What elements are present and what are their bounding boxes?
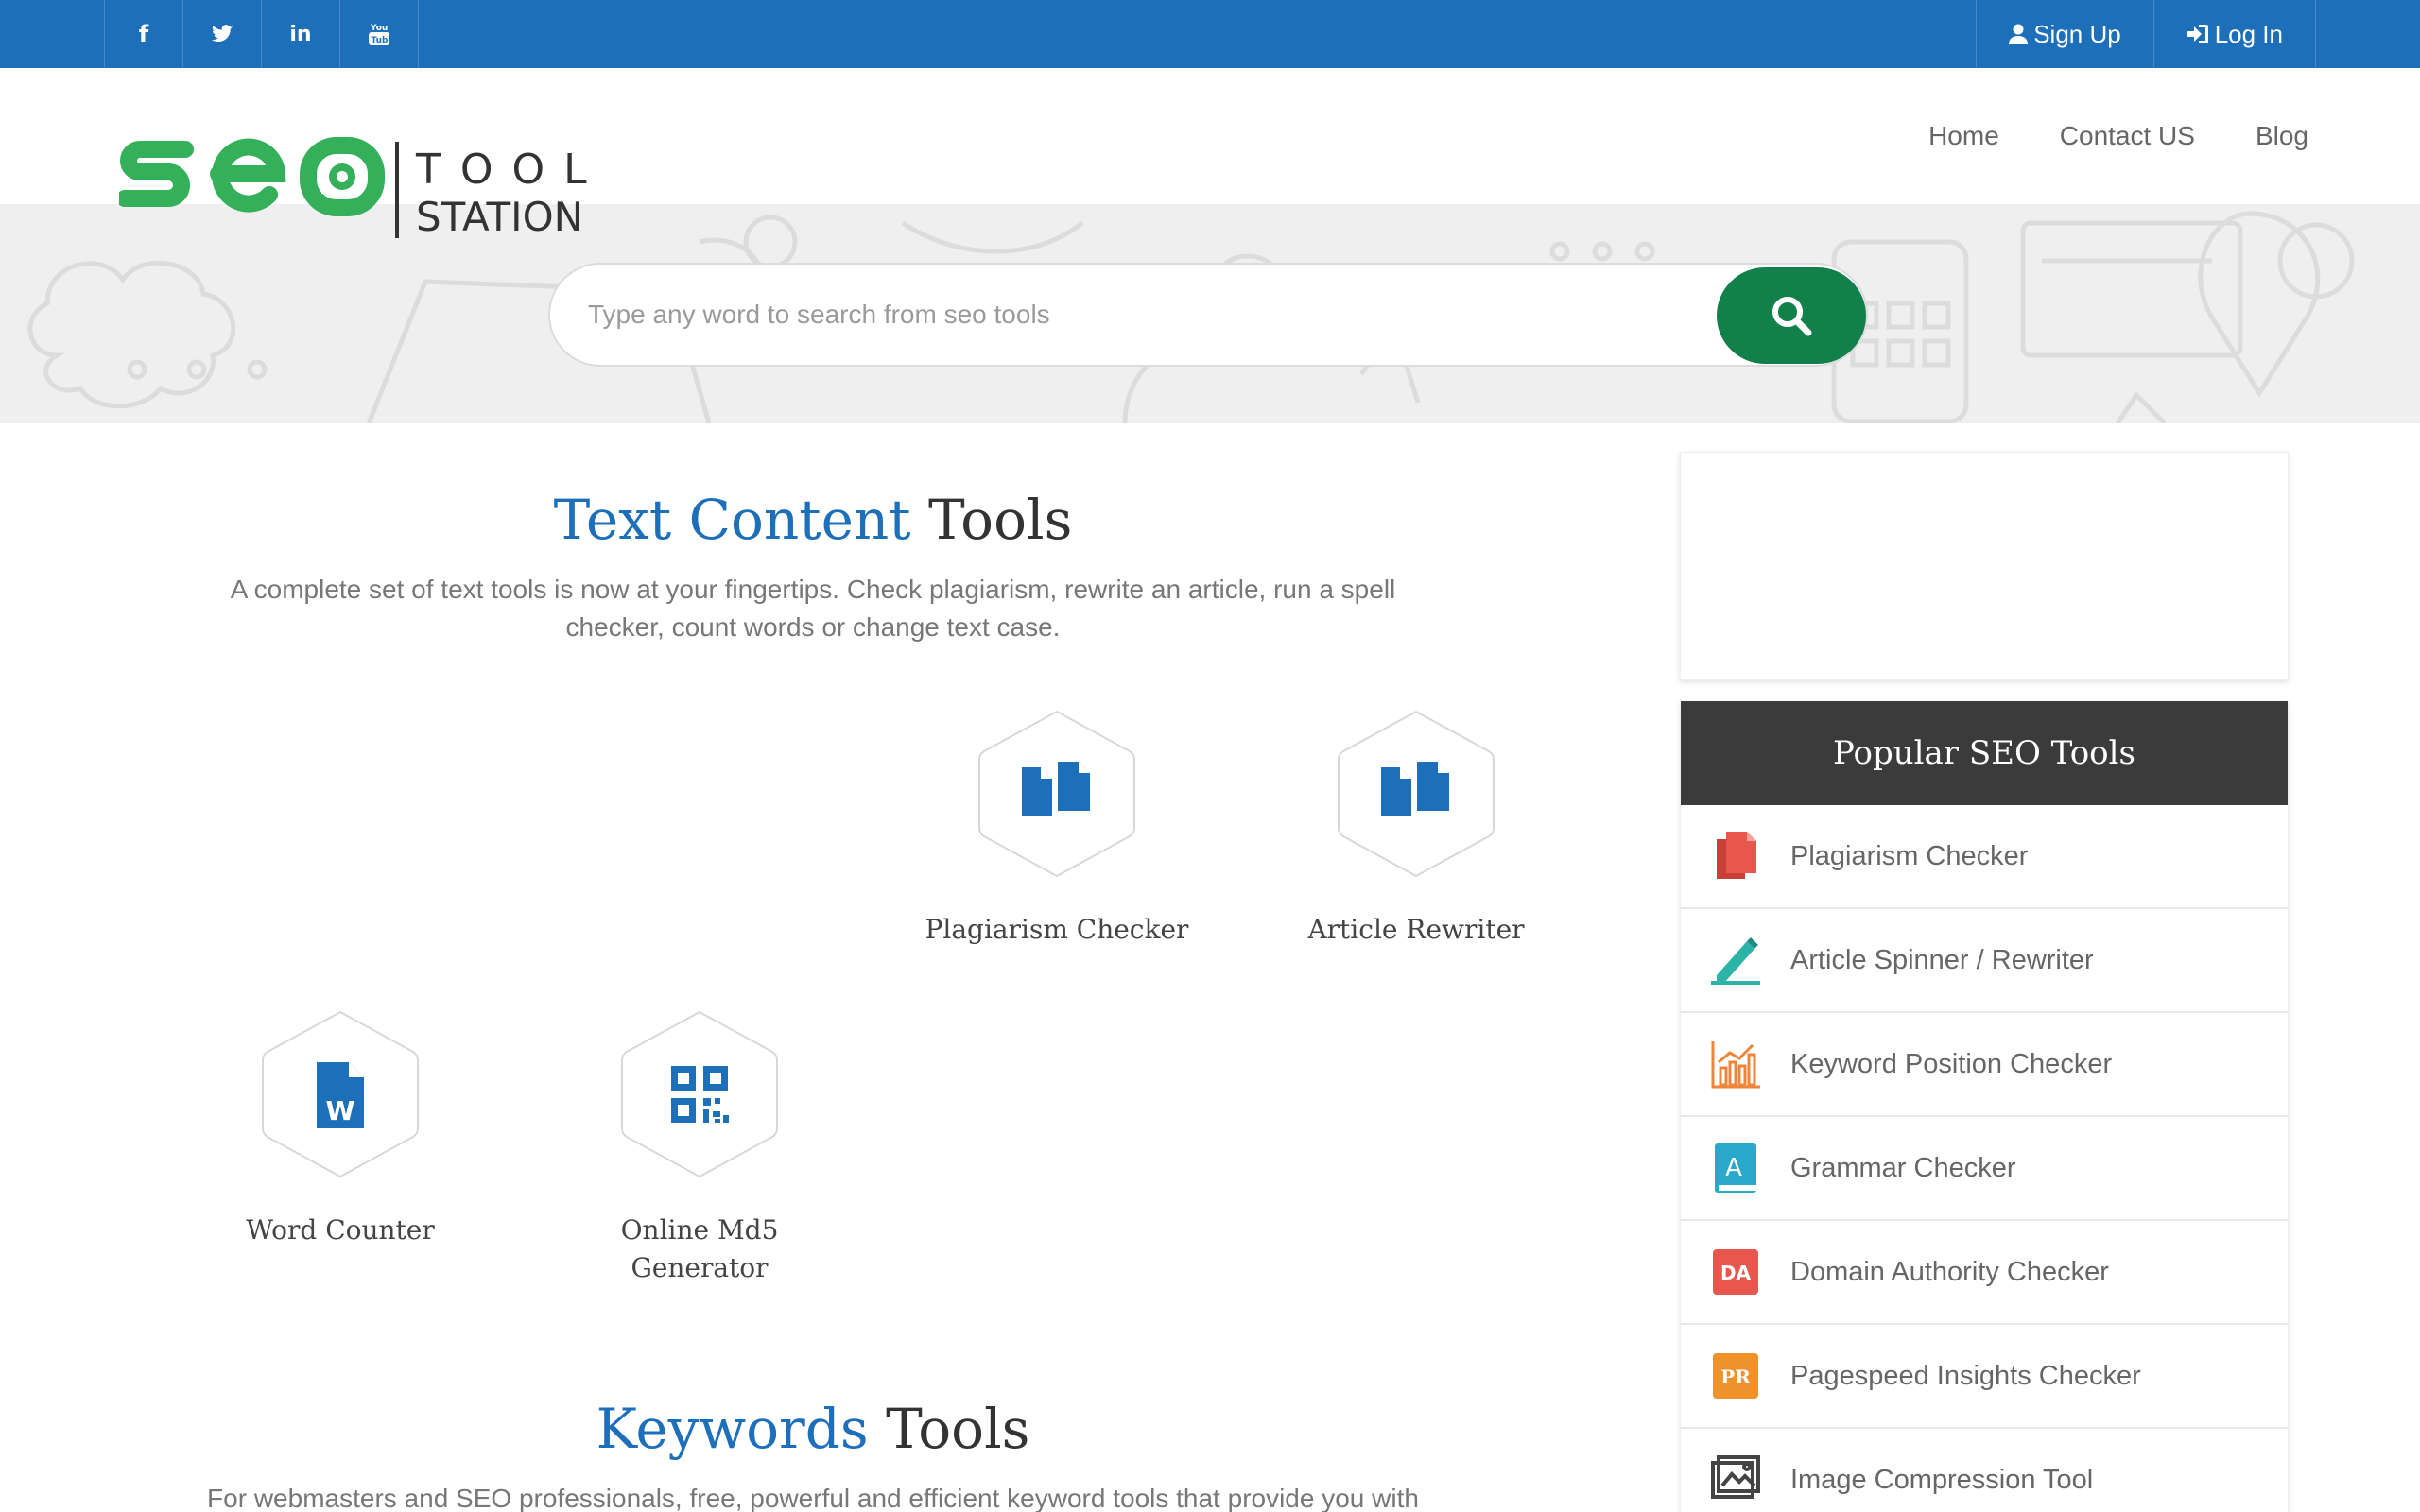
log-in-label: Log In [2214,19,2283,48]
tool-hexagon [977,709,1137,879]
popular-item-article-spinner[interactable]: Article Spinner / Rewriter [1681,909,2288,1013]
facebook-icon[interactable]: f [105,0,183,68]
domain-authority-badge: DA [1720,1262,1752,1284]
tool-hexagon: W [260,1009,421,1179]
popular-item-image-compression-tool[interactable]: Image Compression Tool [1681,1429,2288,1512]
tool-label: Word Counter [246,1214,435,1246]
popular-seo-tools-title: Popular SEO Tools [1681,701,2288,805]
main-nav: Home Contact US Blog [1868,68,2308,204]
nav-blog[interactable]: Blog [2256,121,2308,151]
search-bar [548,263,1868,367]
tool-word-counter[interactable]: W Word Counter [189,1009,492,1249]
youtube-icon[interactable]: You Tube [340,0,419,68]
popular-item-label: Plagiarism Checker [1790,840,2029,871]
sign-up-button[interactable]: Sign Up [1977,0,2154,68]
auth-links: Sign Up Log In [1976,0,2316,68]
keywords-tools-title: Keywords Tools [85,1397,1541,1461]
popular-item-label: Image Compression Tool [1790,1464,2094,1495]
pagespeed-icon: PR [1709,1349,1762,1402]
svg-text:You: You [370,24,388,33]
keywords-tools-title-rest: Tools [886,1397,1030,1461]
twitter-icon[interactable] [183,0,262,68]
social-links: f in You Tube [104,0,419,68]
pagespeed-badge: PR [1720,1366,1751,1388]
login-icon [2186,25,2208,43]
popular-item-label: Pagespeed Insights Checker [1790,1360,2141,1391]
grammar-badge: A [1725,1154,1742,1182]
grammar-book-icon: A [1709,1142,1762,1194]
ad-placeholder [1680,452,2289,680]
tool-label: Article Rewriter [1307,914,1525,945]
sign-up-label: Sign Up [2033,19,2121,48]
popular-item-label: Keyword Position Checker [1790,1048,2113,1079]
svg-text:W: W [326,1095,355,1126]
site-logo[interactable]: TOOL STATION [116,72,611,242]
logo-tool-text: TOOL [415,146,606,194]
tool-hexagon [619,1009,780,1179]
logo-station-text: STATION [416,194,583,240]
popular-item-label: Domain Authority Checker [1790,1256,2109,1287]
search-button[interactable] [1717,267,1866,364]
search-icon [1772,297,1812,336]
nav-contact-us[interactable]: Contact US [2060,121,2195,151]
text-tools-title: Text Content Tools [85,488,1541,552]
popular-item-plagiarism-checker[interactable]: Plagiarism Checker [1681,805,2288,909]
search-input[interactable] [588,265,1628,365]
text-tools-title-accent: Text Content [553,488,911,552]
tool-article-rewriter[interactable]: Article Rewriter [1265,709,1567,949]
text-tools-description: A complete set of text tools is now at y… [230,575,1396,642]
tool-plagiarism-checker[interactable]: Plagiarism Checker [906,709,1208,949]
popular-seo-tools-panel: Popular SEO Tools Plagiarism Checker Art… [1681,701,2288,1512]
tool-label: Online Md5 Generator [620,1214,779,1283]
domain-authority-icon: DA [1709,1246,1762,1298]
keywords-tools-description: For webmasters and SEO professionals, fr… [207,1484,1419,1512]
popular-item-pagespeed-insights-checker[interactable]: PR Pagespeed Insights Checker [1681,1325,2288,1429]
user-icon [2009,24,2029,44]
image-compression-icon [1709,1453,1762,1506]
text-tools-title-rest: Tools [928,488,1073,552]
plagiarism-icon [1709,830,1762,883]
pencil-icon [1709,934,1762,987]
tool-label: Plagiarism Checker [925,914,1189,945]
popular-item-domain-authority-checker[interactable]: DA Domain Authority Checker [1681,1221,2288,1325]
bar-chart-icon [1709,1038,1762,1091]
keywords-tools-title-accent: Keywords [596,1397,869,1461]
word-document-icon: W [317,1062,364,1128]
popular-item-grammar-checker[interactable]: A Grammar Checker [1681,1117,2288,1221]
nav-home[interactable]: Home [1928,121,1999,151]
tool-online-md5-generator[interactable]: Online Md5 Generator [548,1009,851,1287]
linkedin-icon[interactable]: in [262,0,340,68]
popular-item-keyword-position-checker[interactable]: Keyword Position Checker [1681,1013,2288,1117]
top-bar: f in You Tube Sign Up Log In [0,0,2420,68]
svg-text:Tube: Tube [372,36,391,45]
popular-item-label: Article Spinner / Rewriter [1790,944,2094,975]
log-in-button[interactable]: Log In [2154,0,2316,68]
tool-hexagon [1336,709,1496,879]
popular-item-label: Grammar Checker [1790,1152,2016,1183]
